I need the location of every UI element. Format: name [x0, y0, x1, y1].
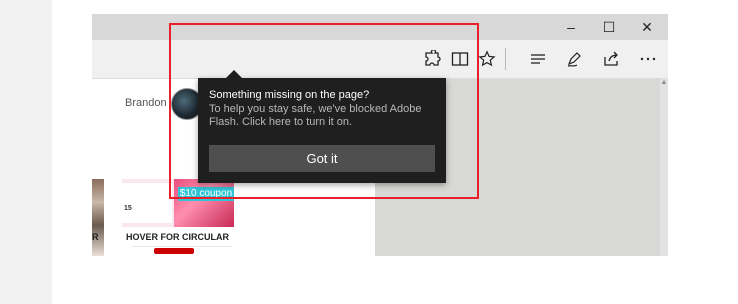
puzzle-icon[interactable] — [420, 47, 444, 71]
edge-letter: R — [92, 232, 99, 242]
web-note-pen-icon[interactable] — [563, 47, 587, 71]
flyer-price: 15 — [124, 205, 132, 212]
scroll-up-arrow-icon[interactable]: ▲ — [660, 79, 668, 87]
close-icon: ✕ — [641, 18, 653, 35]
minimize-icon: – — [567, 19, 575, 35]
toolbar — [92, 40, 668, 79]
maximize-icon: ☐ — [602, 18, 616, 35]
got-it-button[interactable]: Got it — [209, 145, 435, 172]
popup-message[interactable]: To help you stay safe, we've blocked Ado… — [209, 103, 439, 129]
title-bar: – ☐ ✕ — [92, 14, 668, 40]
cvs-card[interactable] — [132, 246, 232, 256]
vertical-scrollbar[interactable]: ▲ — [660, 79, 668, 256]
user-name[interactable]: Brandon — [125, 97, 167, 109]
coupon-badge[interactable]: $10 coupon — [178, 187, 234, 201]
more-icon[interactable] — [636, 47, 660, 71]
reading-view-icon[interactable] — [448, 47, 472, 71]
toolbar-divider — [505, 48, 506, 70]
hub-icon[interactable] — [526, 47, 550, 71]
share-icon[interactable] — [599, 47, 623, 71]
close-button[interactable]: ✕ — [628, 14, 666, 40]
hover-for-circular-link[interactable]: HOVER FOR CIRCULAR — [126, 232, 229, 242]
maximize-button[interactable]: ☐ — [590, 14, 628, 40]
minimize-button[interactable]: – — [552, 14, 590, 40]
flyer-text-block: 15 — [122, 183, 172, 223]
product-thumbnail[interactable] — [92, 179, 104, 256]
cvs-logo — [154, 248, 194, 254]
flash-blocked-popup: Something missing on the page? To help y… — [198, 78, 446, 183]
favorites-star-icon[interactable] — [475, 47, 499, 71]
left-gutter — [0, 0, 52, 304]
popup-title: Something missing on the page? — [209, 89, 370, 101]
